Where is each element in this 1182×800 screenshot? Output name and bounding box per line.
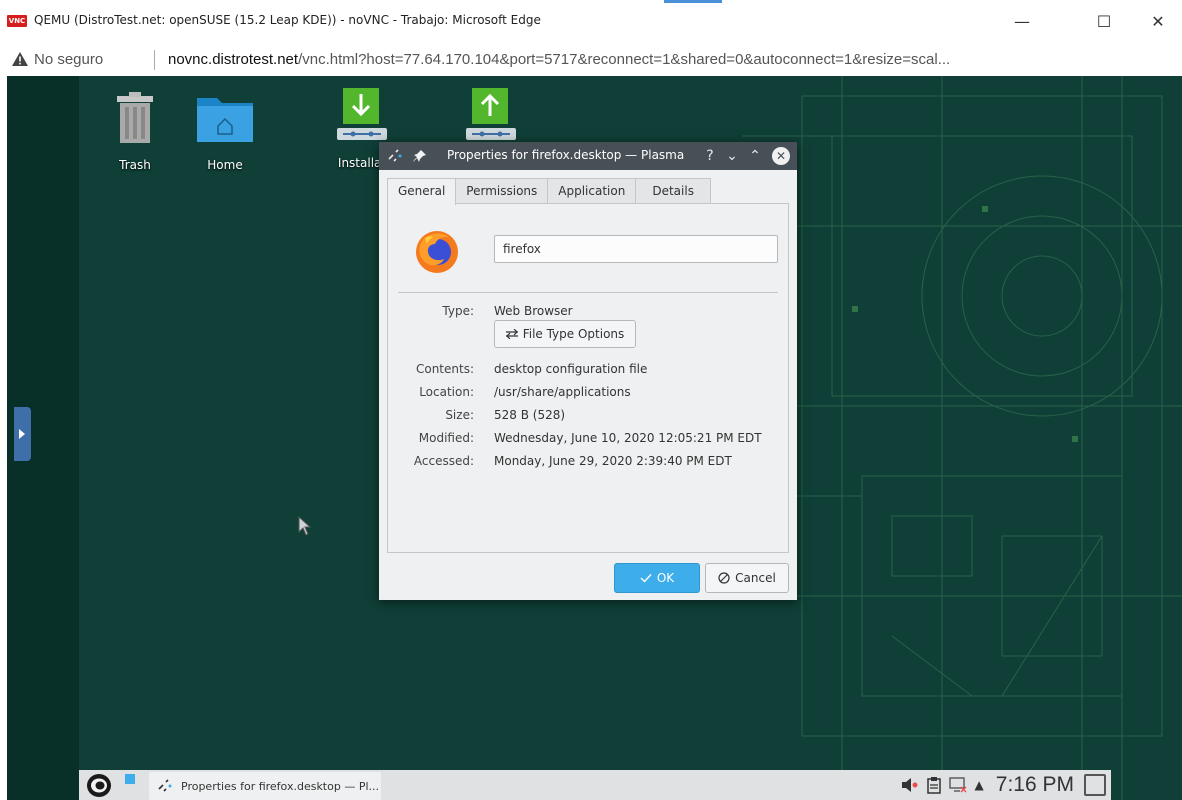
tray-expand-arrow-icon[interactable]: ▲ [975,778,984,792]
settings-sliders-icon [505,329,518,339]
upload-icon [466,88,516,140]
url-text[interactable]: novnc.distrotest.net/vnc.html?host=77.64… [168,51,950,68]
titlebar-accent [664,0,722,3]
contents-label: Contents: [415,362,474,376]
maximize-dialog-icon[interactable]: ⌃ [747,146,763,166]
location-label: Location: [419,385,474,399]
desktop-icon-trash[interactable]: Trash [95,86,175,176]
location-value: /usr/share/applications [494,385,631,399]
system-tray: ▲ 7:16 PM [893,770,1111,800]
taskbar-item-properties[interactable]: Properties for firefox.desktop — Pl... [149,772,381,800]
cancel-icon [718,572,730,584]
vnc-app-icon: VNC [7,15,27,27]
file-type-options-button[interactable]: File Type Options [494,320,636,348]
virtual-desktop-pager[interactable] [125,774,135,784]
minimize-window-button[interactable]: — [1000,6,1044,36]
home-folder-icon [197,98,253,142]
application-launcher-icon[interactable] [86,773,112,798]
firefox-icon[interactable] [413,228,461,276]
dialog-title: Properties for firefox.desktop — Plasma [447,148,685,162]
tab-general[interactable]: General [387,178,457,205]
contents-value: desktop configuration file [494,362,648,376]
size-value: 528 B (528) [494,408,566,422]
size-label: Size: [445,408,474,422]
novnc-control-bar-handle[interactable] [14,407,31,461]
plasma-taskbar: Properties for firefox.desktop — Pl... ▲… [79,770,1111,800]
mouse-cursor-icon [298,516,312,536]
browser-titlebar: VNC QEMU (DistroTest.net: openSUSE (15.2… [0,0,1182,44]
taskbar-item-label: Properties for firefox.desktop — Pl... [181,779,380,793]
accessed-label: Accessed: [413,454,474,468]
ok-button-label: OK [656,571,675,585]
clipboard-icon[interactable] [926,776,941,794]
dialog-titlebar[interactable]: Properties for firefox.desktop — Plasma … [379,142,797,170]
url-host: novnc.distrotest.net [168,51,299,68]
expand-arrow-icon [19,429,25,439]
tab-permissions[interactable]: Permissions [455,178,549,204]
pin-icon[interactable] [413,149,427,163]
dialog-tabs: General Permissions Application Details [387,178,711,205]
security-status[interactable]: No seguro [34,51,103,68]
address-bar[interactable]: No seguro novnc.distrotest.net/vnc.html?… [0,44,1182,76]
desktop-icon-label: Home [207,158,243,172]
modified-label: Modified: [418,431,474,445]
modified-value: Wednesday, June 10, 2020 12:05:21 PM EDT [494,431,762,445]
tab-details[interactable]: Details [635,178,711,204]
close-dialog-icon[interactable]: ✕ [772,147,790,165]
close-window-button[interactable]: ✕ [1136,6,1180,36]
properties-dialog: Properties for firefox.desktop — Plasma … [379,142,797,600]
help-icon[interactable]: ? [702,146,718,166]
section-divider [398,292,778,293]
general-tab-panel: Type: Web Browser File Type Options Cont… [387,203,789,553]
warning-icon[interactable] [11,51,29,67]
tab-application[interactable]: Application [547,178,637,204]
desktop-wallpaper-pattern [742,76,1182,800]
url-path: /vnc.html?host=77.64.170.104&port=5717&r… [298,51,951,68]
kde-dialog-icon [388,149,402,162]
type-value: Web Browser [494,304,573,318]
maximize-window-button[interactable]: ☐ [1082,6,1126,36]
volume-muted-icon[interactable] [901,777,919,793]
address-separator [154,50,155,70]
cancel-button-label: Cancel [735,571,776,585]
file-type-options-label: File Type Options [522,327,625,341]
kde-dialog-icon [158,779,172,792]
ok-button[interactable]: OK [614,563,700,593]
desktop-icon-label: Trash [119,158,151,172]
show-desktop-button[interactable] [1084,774,1106,796]
minimize-dialog-icon[interactable]: ⌄ [724,146,740,166]
desktop-icon-home[interactable]: Home [185,86,265,176]
type-label: Type: [442,304,474,318]
taskbar-clock[interactable]: 7:16 PM [996,773,1074,797]
window-title: QEMU (DistroTest.net: openSUSE (15.2 Lea… [34,13,541,27]
trash-icon [117,92,153,143]
network-disconnected-icon[interactable] [948,777,967,793]
accessed-value: Monday, June 29, 2020 2:39:40 PM EDT [494,454,732,468]
download-icon [337,88,387,140]
cancel-button[interactable]: Cancel [705,563,789,593]
checkmark-icon [640,574,652,583]
file-name-input[interactable] [494,235,778,263]
